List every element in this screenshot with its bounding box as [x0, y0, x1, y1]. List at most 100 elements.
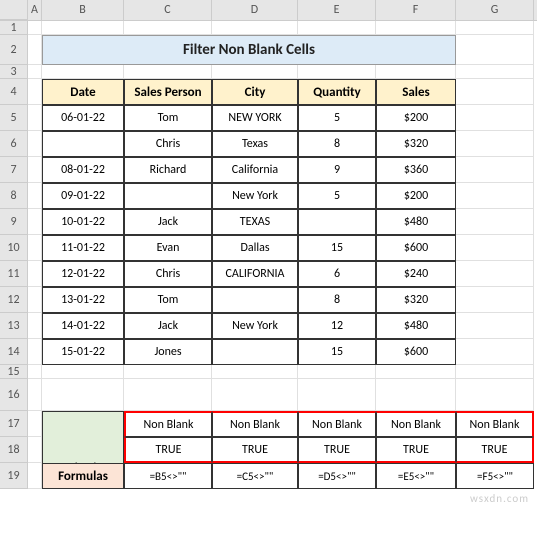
table-cell[interactable]: 8 — [298, 287, 376, 313]
table-cell[interactable]: California — [212, 157, 298, 183]
row-header-14[interactable]: 14 — [0, 339, 28, 365]
cell[interactable] — [28, 235, 42, 261]
cell[interactable] — [124, 65, 212, 79]
cell[interactable] — [124, 365, 212, 379]
cell[interactable] — [28, 437, 42, 463]
table-cell[interactable]: New York — [212, 313, 298, 339]
row-header-18[interactable]: 18 — [0, 437, 28, 463]
table-cell[interactable]: Jack — [124, 313, 212, 339]
cell[interactable] — [456, 235, 534, 261]
page-title[interactable]: Filter Non Blank Cells — [42, 35, 456, 65]
criteria-header[interactable]: Non Blank — [212, 411, 298, 437]
row-header-11[interactable]: 11 — [0, 261, 28, 287]
table-cell[interactable]: $600 — [376, 339, 456, 365]
table-cell[interactable]: CALIFORNIA — [212, 261, 298, 287]
table-cell[interactable]: $360 — [376, 157, 456, 183]
row-header-2[interactable]: 2 — [0, 35, 28, 65]
table-cell[interactable]: Tom — [124, 105, 212, 131]
table-cell[interactable]: $320 — [376, 287, 456, 313]
table-cell[interactable]: 15 — [298, 235, 376, 261]
row-header-15[interactable]: 15 — [0, 365, 28, 379]
cell[interactable] — [28, 157, 42, 183]
table-cell[interactable]: Dallas — [212, 235, 298, 261]
cell[interactable] — [456, 183, 534, 209]
criteria-header[interactable]: Non Blank — [456, 411, 534, 437]
table-cell[interactable]: $480 — [376, 313, 456, 339]
table-header[interactable]: Sales — [376, 79, 456, 105]
table-cell[interactable]: New York — [212, 183, 298, 209]
table-cell[interactable] — [298, 209, 376, 235]
table-cell[interactable]: 5 — [298, 105, 376, 131]
cell[interactable] — [212, 65, 298, 79]
cell[interactable] — [376, 21, 456, 35]
row-header-9[interactable]: 9 — [0, 209, 28, 235]
cell[interactable] — [376, 365, 456, 379]
cell[interactable] — [28, 339, 42, 365]
criteria-value[interactable]: TRUE — [376, 437, 456, 463]
table-cell[interactable] — [212, 339, 298, 365]
col-header-A[interactable]: A — [28, 0, 42, 20]
table-cell[interactable] — [124, 183, 212, 209]
criteria-header[interactable]: Non Blank — [124, 411, 212, 437]
cell[interactable] — [456, 365, 534, 379]
row-header-3[interactable]: 3 — [0, 65, 28, 79]
row-header-13[interactable]: 13 — [0, 313, 28, 339]
cell[interactable] — [28, 35, 42, 65]
cell[interactable] — [28, 183, 42, 209]
formula-cell[interactable]: =B5<>"" — [124, 463, 212, 489]
table-cell[interactable]: NEW YORK — [212, 105, 298, 131]
table-cell[interactable]: 13-01-22 — [42, 287, 124, 313]
cell[interactable] — [28, 365, 42, 379]
table-cell[interactable] — [212, 287, 298, 313]
table-cell[interactable]: 12-01-22 — [42, 261, 124, 287]
cell[interactable] — [298, 379, 376, 411]
cell[interactable] — [212, 379, 298, 411]
cell[interactable] — [298, 65, 376, 79]
cell[interactable] — [124, 21, 212, 35]
cell[interactable] — [376, 65, 456, 79]
table-header[interactable]: City — [212, 79, 298, 105]
cell[interactable] — [28, 21, 42, 35]
col-header-G[interactable]: G — [456, 0, 534, 20]
cell[interactable] — [124, 379, 212, 411]
table-cell[interactable]: 15 — [298, 339, 376, 365]
row-header-7[interactable]: 7 — [0, 157, 28, 183]
cell[interactable] — [456, 379, 534, 411]
row-header-5[interactable]: 5 — [0, 105, 28, 131]
cell[interactable] — [212, 365, 298, 379]
cell[interactable] — [456, 339, 534, 365]
cell[interactable] — [28, 79, 42, 105]
table-cell[interactable]: Tom — [124, 287, 212, 313]
formula-cell[interactable]: =F5<>"" — [456, 463, 534, 489]
table-header[interactable]: Sales Person — [124, 79, 212, 105]
table-cell[interactable]: $600 — [376, 235, 456, 261]
cell[interactable] — [456, 65, 534, 79]
col-header-E[interactable]: E — [298, 0, 376, 20]
cell[interactable] — [42, 365, 124, 379]
cell[interactable] — [456, 209, 534, 235]
row-header-19[interactable]: 19 — [0, 463, 28, 489]
formulas-label[interactable]: Formulas — [42, 463, 124, 489]
table-cell[interactable]: Texas — [212, 131, 298, 157]
table-cell[interactable]: $320 — [376, 131, 456, 157]
cell[interactable] — [212, 21, 298, 35]
cell[interactable] — [456, 21, 534, 35]
table-cell[interactable]: Jones — [124, 339, 212, 365]
table-cell[interactable]: 8 — [298, 131, 376, 157]
table-cell[interactable]: Richard — [124, 157, 212, 183]
table-cell[interactable]: 15-01-22 — [42, 339, 124, 365]
criteria-header[interactable]: Non Blank — [298, 411, 376, 437]
formula-cell[interactable]: =D5<>"" — [298, 463, 376, 489]
cell[interactable] — [42, 379, 124, 411]
table-cell[interactable]: Chris — [124, 131, 212, 157]
table-cell[interactable]: 5 — [298, 183, 376, 209]
table-cell[interactable]: Chris — [124, 261, 212, 287]
table-cell[interactable]: $240 — [376, 261, 456, 287]
cell[interactable] — [42, 21, 124, 35]
table-cell[interactable]: $200 — [376, 183, 456, 209]
select-all-corner[interactable] — [0, 0, 28, 20]
cell[interactable] — [456, 105, 534, 131]
row-header-10[interactable]: 10 — [0, 235, 28, 261]
table-header[interactable]: Date — [42, 79, 124, 105]
table-cell[interactable]: $480 — [376, 209, 456, 235]
